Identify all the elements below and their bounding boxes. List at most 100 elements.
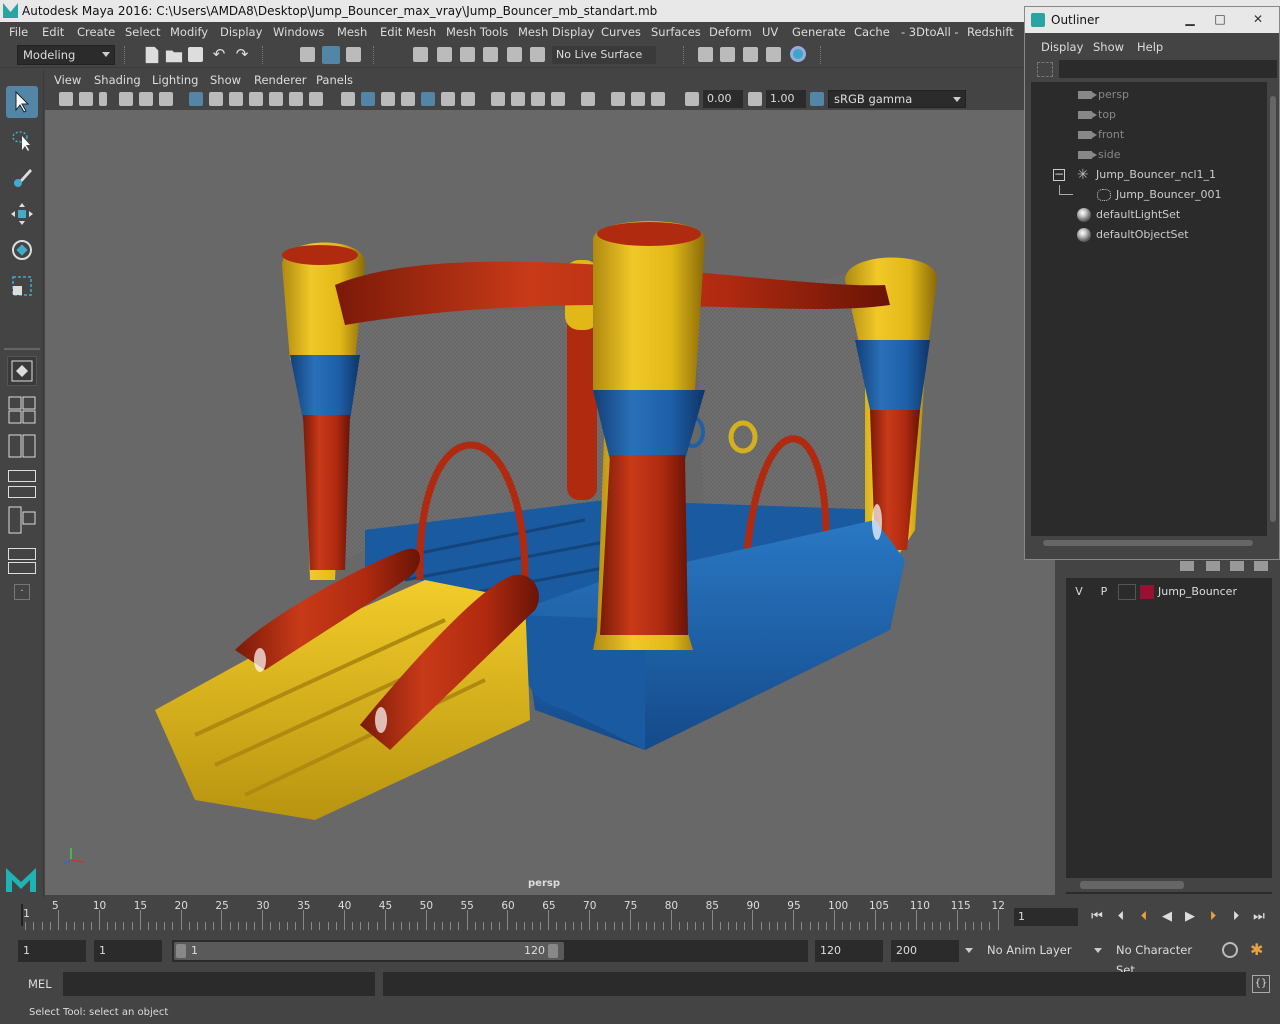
menu-file[interactable]: File <box>9 25 28 39</box>
persp-outliner-layout-button[interactable] <box>8 434 36 458</box>
persp-graph-layout-button[interactable] <box>8 470 36 482</box>
gate-mask-icon[interactable] <box>249 92 263 106</box>
hypershade-layout-button[interactable] <box>8 506 36 534</box>
step-back-key-icon[interactable]: ⏴ <box>1112 909 1130 925</box>
go-to-start-icon[interactable]: ⏮ <box>1088 909 1106 925</box>
screen-space-ao-icon[interactable] <box>491 92 505 106</box>
shadows-icon[interactable] <box>461 92 475 106</box>
scroll-thumb[interactable] <box>1080 881 1184 889</box>
lasso-tool-button[interactable] <box>6 124 38 156</box>
resolution-gate-icon[interactable] <box>229 92 243 106</box>
step-back-frame-icon[interactable]: ⏴ <box>1135 909 1153 925</box>
layer-visibility-toggle[interactable]: V <box>1068 582 1090 602</box>
move-layer-down-icon[interactable] <box>1206 561 1220 571</box>
menu-redshift[interactable]: Redshift <box>967 25 1014 39</box>
chevron-down-icon[interactable] <box>965 948 973 953</box>
filter-icon[interactable] <box>1037 62 1053 77</box>
layer-horizontal-scrollbar[interactable] <box>1066 878 1272 892</box>
snap-view-plane-icon[interactable] <box>483 47 498 62</box>
menu-cache[interactable]: Cache <box>854 25 890 39</box>
outliner-search-input[interactable] <box>1059 60 1277 78</box>
render-settings-icon[interactable] <box>766 47 781 62</box>
live-surface-field[interactable]: No Live Surface <box>552 46 656 64</box>
new-scene-icon[interactable] <box>145 46 159 64</box>
close-icon[interactable]: ✕ <box>1247 11 1269 27</box>
menu-3dtoall[interactable]: - 3DtoAll - <box>901 25 959 39</box>
grid-icon[interactable] <box>189 92 203 106</box>
outliner-item-top[interactable]: top <box>1031 105 1267 125</box>
new-layer-selected-icon[interactable] <box>1254 561 1268 571</box>
range-left-handle[interactable] <box>176 944 186 958</box>
four-view-layout-button[interactable] <box>8 396 36 424</box>
single-perspective-layout-button[interactable] <box>7 356 37 386</box>
outliner-item-mesh[interactable]: Jump_Bouncer_001 <box>1031 185 1267 205</box>
time-slider[interactable]: 5 10 15 20 25 30 35 40 45 50 55 60 65 70 75 80 85 90 95 100… <box>18 898 1008 930</box>
layer-editor[interactable] <box>1066 578 1272 894</box>
panel-menu-panels[interactable]: Panels <box>316 73 353 87</box>
select-component-icon[interactable] <box>346 47 361 62</box>
view-transform-dropdown[interactable]: sRGB gamma <box>828 90 966 108</box>
menu-surfaces[interactable]: Surfaces <box>651 25 701 39</box>
new-layer-icon[interactable] <box>1230 561 1244 571</box>
select-hierarchy-icon[interactable] <box>300 47 315 62</box>
command-language-label[interactable]: MEL <box>28 977 52 991</box>
snap-grid-icon[interactable] <box>413 47 428 62</box>
step-forward-key-icon[interactable]: ⏵ <box>1227 909 1245 925</box>
scale-tool-button[interactable] <box>6 270 38 302</box>
rotate-tool-button[interactable] <box>6 234 38 266</box>
grease-pencil-icon[interactable] <box>159 92 173 106</box>
maximize-icon[interactable]: □ <box>1209 11 1231 27</box>
panel-menu-renderer[interactable]: Renderer <box>254 73 307 87</box>
menu-uv[interactable]: UV <box>762 25 778 39</box>
outliner-item-side[interactable]: side <box>1031 145 1267 165</box>
persp-trax-layout-button[interactable] <box>8 486 36 498</box>
save-scene-icon[interactable] <box>188 47 203 62</box>
outliner-item-objectset[interactable]: defaultObjectSet <box>1031 225 1267 245</box>
collapse-icon[interactable]: − <box>1053 168 1065 181</box>
panel-menu-show[interactable]: Show <box>210 73 241 87</box>
play-backwards-icon[interactable]: ◀ <box>1158 909 1176 925</box>
outliner-item-lightset[interactable]: defaultLightSet <box>1031 205 1267 225</box>
menu-select[interactable]: Select <box>125 25 160 39</box>
go-to-end-icon[interactable]: ⏭ <box>1250 909 1268 925</box>
outliner-menu-display[interactable]: Display <box>1041 40 1083 54</box>
select-tool-button[interactable] <box>6 86 38 118</box>
script-editor-icon[interactable]: {} <box>1252 975 1270 993</box>
select-camera-icon[interactable] <box>59 92 73 106</box>
render-frame-icon[interactable] <box>720 47 735 62</box>
auto-key-icon[interactable] <box>1222 942 1238 958</box>
bookmark-icon[interactable] <box>99 92 107 106</box>
range-slider-thumb[interactable]: 1 120 <box>174 942 564 960</box>
color-management-icon[interactable] <box>810 92 824 106</box>
outliner-menu-show[interactable]: Show <box>1093 40 1124 54</box>
gamma-field[interactable]: 1.00 <box>766 90 806 108</box>
move-layer-up-icon[interactable] <box>1180 561 1194 571</box>
redo-icon[interactable]: ↷ <box>233 45 251 63</box>
wireframe-icon[interactable] <box>341 92 355 106</box>
chevron-down-icon[interactable] <box>1094 948 1102 953</box>
anim-layer-dropdown[interactable]: No Anim Layer <box>982 940 1082 962</box>
exposure-icon[interactable] <box>685 92 699 106</box>
menu-curves[interactable]: Curves <box>601 25 641 39</box>
panel-menu-lighting[interactable]: Lighting <box>152 73 198 87</box>
layer-reference-toggle[interactable] <box>1118 584 1136 600</box>
playback-start-field[interactable]: 1 <box>94 940 162 962</box>
outliner-item-front[interactable]: front <box>1031 125 1267 145</box>
menu-edit[interactable]: Edit <box>42 25 64 39</box>
scroll-thumb[interactable] <box>1270 96 1276 522</box>
anti-aliasing-icon[interactable] <box>531 92 545 106</box>
anim-start-field[interactable]: 1 <box>18 940 86 962</box>
menu-modify[interactable]: Modify <box>170 25 208 39</box>
snap-surface-icon[interactable] <box>507 47 522 62</box>
open-scene-icon[interactable] <box>165 50 183 63</box>
exposure-field[interactable]: 0.00 <box>703 90 743 108</box>
animation-preferences-icon[interactable]: ✱ <box>1250 940 1263 959</box>
range-right-handle[interactable] <box>548 944 558 958</box>
menu-deform[interactable]: Deform <box>709 25 752 39</box>
menu-display[interactable]: Display <box>220 25 262 39</box>
panel-menu-shading[interactable]: Shading <box>94 73 141 87</box>
safe-title-icon[interactable] <box>309 92 323 106</box>
safe-action-icon[interactable] <box>289 92 303 106</box>
menu-edit-mesh[interactable]: Edit Mesh <box>380 25 436 39</box>
layer-color-swatch[interactable] <box>1140 585 1154 599</box>
